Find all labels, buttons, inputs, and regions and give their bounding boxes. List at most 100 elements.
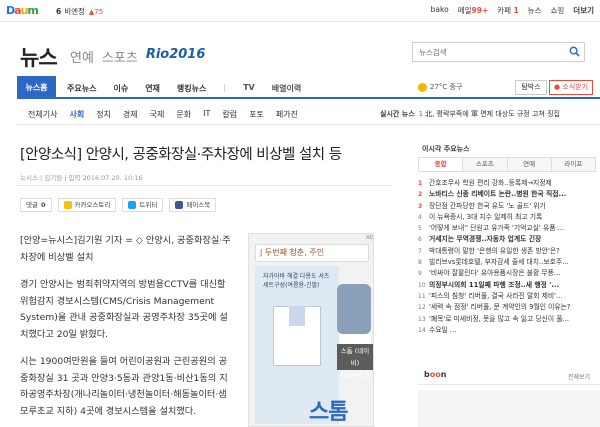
- tab-life[interactable]: 라이프: [551, 158, 595, 171]
- tab-entertainment[interactable]: 연예: [507, 158, 552, 171]
- live-news-rank: 1: [418, 110, 424, 118]
- list-item[interactable]: 2 노바티스 신종 리베이트 논란..병원 한국 직접...: [418, 189, 598, 200]
- ad-banner: J 두번째 청춘, 주인: [255, 244, 369, 262]
- shoe-sole: [339, 334, 371, 344]
- view-all-link[interactable]: 전체보기: [568, 372, 590, 381]
- ad-price-box: 스톰 (네이비) 42,800 원: [337, 344, 373, 379]
- nav-news-home[interactable]: 뉴스홈: [17, 76, 56, 99]
- share-bar: 댓글 0 카카오스토리 트위터 페이스북: [20, 198, 217, 212]
- nav-separator: |: [223, 83, 227, 92]
- article-paragraph: 경기 안양시는 범죄취약지역의 방범용CCTV를 대신할 위험감지 경보시스템(…: [20, 279, 228, 340]
- cafe-link[interactable]: 카페 1: [497, 5, 518, 16]
- rank-change: ▲75: [88, 8, 104, 16]
- list-item[interactable]: 1 간호조무사 학원 편리 강화..등록제→지정제: [418, 178, 598, 189]
- tab-all[interactable]: 종합: [419, 158, 464, 171]
- sub-nav: 전체기사 사회 정치 경제 국제 문화 IT 칼럼 포토 페가진: [28, 109, 298, 120]
- search-box: [412, 42, 585, 62]
- comment-count: 0: [40, 201, 46, 209]
- list-item[interactable]: 9 '비싸야 잘팔린다' 유아용품시장은 불황 무풍...: [418, 268, 598, 279]
- subnav-international[interactable]: 국제: [150, 109, 165, 120]
- panel-tabs: 종합 스포츠 연예 라이프: [418, 157, 596, 172]
- list-item[interactable]: 8 빌리브vs롯데호텔, 부자감세 줄세 대치..보호주...: [418, 257, 598, 268]
- list-item[interactable]: 10 의정부시의회 11일째 파행 조정..새 행정 '...: [418, 280, 598, 291]
- subnav-photo[interactable]: 포토: [249, 109, 264, 120]
- top-news-list: 1 간호조무사 학원 편리 강화..등록제→지정제 2 노바티스 신종 리베이트 논…: [418, 178, 598, 336]
- article-paragraph: [안양=뉴시스]김기원 기자 = ◇ 안양시, 공중화장실·주차장에 비상벨 설…: [20, 235, 231, 263]
- subnav-all[interactable]: 전체기사: [28, 109, 57, 120]
- ad-shoe-image: [337, 284, 371, 334]
- nav-history[interactable]: 배열이력: [272, 83, 301, 94]
- top-nav: bako 메일99+ 카페 1 뉴스 쇼핑 더보기: [431, 5, 594, 16]
- comment-button[interactable]: 댓글 0: [20, 198, 52, 212]
- subnav-politics[interactable]: 정치: [96, 109, 111, 120]
- ad-big-text: 스톰: [309, 400, 348, 425]
- list-item[interactable]: 11 '피스의 침청' 리버풀, 결국 사라진 말회 제비'...: [418, 291, 598, 302]
- rank-number: 6: [56, 7, 62, 16]
- section-entertainment[interactable]: 연예: [70, 47, 94, 66]
- list-item[interactable]: 3 장단점 간파당한 한국 유도 '노 골드' 위기: [418, 201, 598, 212]
- shopping-link[interactable]: 쇼핑: [550, 5, 564, 16]
- nav-tv[interactable]: TV: [243, 83, 255, 94]
- realtime-rank[interactable]: 6 비엔정 ▲75: [56, 6, 103, 17]
- list-item[interactable]: 13 '폐목'로 미세비정, 못을 많고 속 잃고 당신이 풀...: [418, 314, 598, 325]
- facebook-icon: [175, 201, 184, 209]
- search-input[interactable]: [413, 43, 563, 61]
- nav-issue[interactable]: 이슈: [113, 83, 128, 94]
- mail-link[interactable]: 메일99+: [458, 5, 489, 16]
- facebook-share-button[interactable]: 페이스북: [169, 198, 217, 212]
- article-paragraph: 시는 1900여만원을 들여 어린이공원과 근린공원의 공중화장실 31 곳과 …: [20, 356, 228, 417]
- subnav-column[interactable]: 칼럼: [222, 109, 237, 120]
- subnav-magazine[interactable]: 페가진: [276, 109, 298, 120]
- list-item[interactable]: 7 박대통령이 말한 '은행의 유일한 생존 방안'은?: [418, 246, 598, 257]
- boon-logo[interactable]: boon: [424, 370, 446, 379]
- boon-content-area[interactable]: [418, 390, 600, 427]
- tab-box-button[interactable]: 탐박스: [515, 80, 547, 95]
- twitter-icon: [128, 201, 137, 209]
- subnav-economy[interactable]: 경제: [123, 109, 138, 120]
- list-item[interactable]: 4이 뉴욕증시, 3대 지수 일제히 최고 기록: [418, 212, 598, 223]
- subscribe-button[interactable]: ● 소식받기: [549, 80, 593, 95]
- collar-shape: [289, 306, 305, 326]
- tab-sports[interactable]: 스포츠: [463, 158, 508, 171]
- sun-icon: [418, 82, 427, 92]
- list-item[interactable]: 5 '어떻게 보내'' 단원고 유가족 '기억교실' 유품 ...: [418, 223, 598, 234]
- daum-logo[interactable]: Daum: [6, 4, 40, 18]
- rank-text: 비엔정: [64, 7, 85, 16]
- section-links: 연예 스포츠 Rio2016: [70, 47, 205, 66]
- advertisement[interactable]: AD J 두번째 청춘, 주인 자가아바 해결 다용도 셔츠 세트구성(여름용-긴…: [248, 233, 374, 427]
- news-brand[interactable]: 뉴스: [20, 42, 58, 72]
- divider: [17, 124, 600, 125]
- divider: [418, 384, 600, 385]
- list-item[interactable]: 14 수요일 ...: [418, 325, 598, 336]
- section-sports[interactable]: 스포츠: [102, 47, 138, 66]
- live-news-ticker[interactable]: 실시간 뉴스 1 北, 평략부족에 軍 면제 대상도 규정 고쳐 징집: [380, 109, 560, 119]
- list-item[interactable]: 6 거세지는 무역경쟁..자동차 업계도 긴장: [418, 234, 598, 245]
- section-rio2016[interactable]: Rio2016: [146, 47, 206, 66]
- article-meta: 뉴시스 | 김기원 | 입력 2016.07.20. 10:16: [20, 174, 143, 182]
- list-item[interactable]: 12 '세력 속 점정' 리버풀, 문 계약인의 9월인 이유는?: [418, 302, 598, 313]
- kakaostory-icon: [63, 201, 72, 209]
- article-title: [안양소식] 안양시, 공중화장실·주차장에 비상벨 설치 등: [20, 147, 342, 163]
- subnav-culture[interactable]: 문화: [176, 109, 191, 120]
- nav-top-news[interactable]: 주요뉴스: [67, 83, 96, 94]
- kakaostory-share-button[interactable]: 카카오스토리: [57, 198, 117, 212]
- ad-shirt-label: 자가아바 해결 다용도 셔츠 세트구성(여름용-긴팔): [263, 273, 330, 289]
- subnav-society[interactable]: 사회: [69, 109, 84, 120]
- nav-ranking[interactable]: 랭킹뉴스: [177, 83, 206, 94]
- article-body: [안양=뉴시스]김기원 기자 = ◇ 안양시, 공중화장실·주차장에 비상벨 설…: [20, 233, 232, 427]
- twitter-share-button[interactable]: 트위터: [122, 198, 164, 212]
- subnav-it[interactable]: IT: [203, 109, 210, 120]
- weather-widget[interactable]: 27°C 중구: [418, 82, 462, 92]
- news-link[interactable]: 뉴스: [528, 5, 542, 16]
- live-news-label: 실시간 뉴스: [380, 110, 415, 118]
- user-id[interactable]: bako: [431, 5, 449, 16]
- nav-series[interactable]: 연재: [145, 83, 160, 94]
- live-news-text: 北, 평략부족에 軍 면제 대상도 규정 고쳐 징집: [425, 110, 560, 118]
- weather-text: 27°C 중구: [430, 83, 463, 91]
- search-icon[interactable]: [569, 46, 580, 57]
- divider: [17, 185, 392, 186]
- main-nav: 뉴스홈 주요뉴스 이슈 연재 랭킹뉴스 | TV 배열이력: [17, 76, 600, 99]
- more-link[interactable]: 더보기: [573, 5, 594, 16]
- ad-badge: AD: [365, 234, 374, 243]
- panel-heading: 이시각 주요뉴스: [422, 145, 470, 153]
